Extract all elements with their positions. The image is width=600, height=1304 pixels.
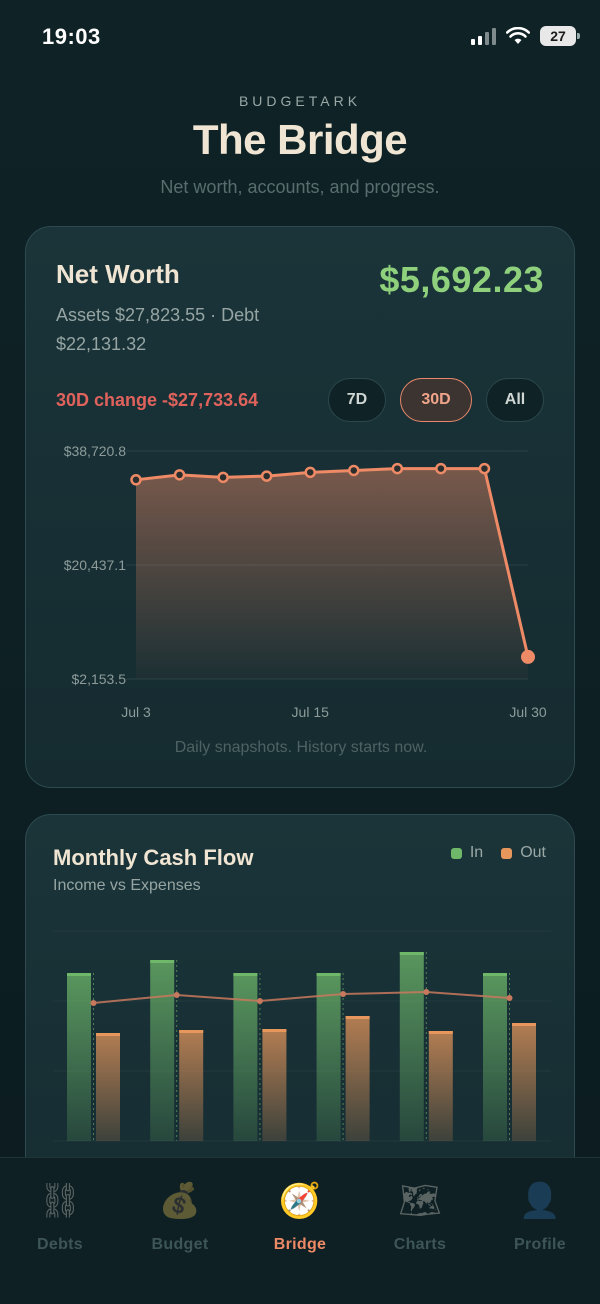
out-bar-cap [428, 1031, 453, 1034]
legend-out-swatch [501, 847, 513, 859]
assets-debt-summary: Assets $27,823.55 · Debt $22,131.32 [56, 305, 260, 354]
compass-icon: 🧭 [278, 1182, 322, 1220]
x-tick-label: Jul 3 [121, 704, 151, 720]
range-selector: 7D 30D All [328, 378, 544, 422]
y-tick-label: $38,720.8 [64, 443, 126, 459]
legend-in-swatch [450, 847, 462, 859]
data-point [478, 462, 491, 475]
trend-point [90, 1000, 97, 1006]
person-icon: 👤 [518, 1182, 562, 1220]
range-30d-button[interactable]: 30D [400, 378, 472, 422]
battery-icon: 27 [540, 26, 580, 46]
out-bar-cap [179, 1030, 204, 1033]
in-bar [233, 973, 258, 1141]
legend-out-label: Out [520, 844, 546, 861]
in-bar [316, 973, 341, 1141]
tab-budget[interactable]: 💰 Budget [120, 1180, 240, 1254]
cash-flow-chart [53, 930, 551, 1142]
trend-point [506, 995, 513, 1001]
chart-legend: In Out [450, 844, 546, 862]
data-point [173, 469, 186, 481]
out-bar-cap [512, 1023, 536, 1026]
range-7d-button[interactable]: 7D [328, 378, 386, 422]
in-bar [399, 952, 424, 1141]
data-point [304, 466, 316, 479]
net-worth-title: Net Worth [56, 259, 180, 289]
tab-bar: ⛓ Debts 💰 Budget 🧭 Bridge 🗺 Charts 👤 Pro… [0, 1157, 600, 1304]
change-summary: 30D change -$27,733.64 [56, 390, 259, 410]
data-point [391, 462, 404, 475]
out-bar [262, 1029, 287, 1141]
cellular-signal-icon [471, 27, 496, 45]
status-time: 19:03 [42, 24, 101, 49]
out-bar-cap [262, 1029, 287, 1032]
legend-out: Out [501, 844, 546, 862]
data-point [260, 470, 273, 482]
out-bar [179, 1030, 204, 1141]
tab-label: Bridge [273, 1236, 327, 1253]
out-bar-cap [96, 1033, 120, 1036]
tab-bridge[interactable]: 🧭 Bridge [240, 1180, 360, 1254]
out-bar [428, 1031, 453, 1141]
net-worth-chart: $38,720.8 $20,437.1 $2,153.5 Jul 3 Jul 15 Jul… [64, 443, 547, 720]
cash-flow-subtitle: Income vs Expenses [53, 877, 201, 894]
tab-debts[interactable]: ⛓ Debts [0, 1180, 120, 1254]
tab-label: Profile [514, 1236, 566, 1253]
data-point [348, 464, 360, 477]
map-icon: 🗺 [398, 1182, 442, 1220]
in-bar-cap [316, 973, 341, 976]
area-fill [136, 468, 528, 679]
tab-label: Debts [37, 1236, 83, 1253]
tab-label: Budget [151, 1236, 209, 1253]
out-bar-cap [345, 1016, 370, 1019]
x-tick-label: Jul 15 [292, 704, 330, 720]
out-bar [96, 1033, 120, 1141]
trend-point [423, 989, 430, 995]
trend-point [256, 998, 263, 1004]
out-bar [512, 1023, 536, 1141]
tab-charts[interactable]: 🗺 Charts [360, 1180, 480, 1254]
in-bar-cap [67, 973, 91, 976]
net-worth-value: $5,692.23 [379, 259, 544, 300]
x-tick-label: Jul 30 [509, 704, 547, 720]
data-point [435, 462, 447, 475]
data-point [130, 474, 142, 486]
out-bar [345, 1016, 370, 1141]
trend-point [173, 992, 180, 998]
legend-in-label: In [469, 844, 484, 861]
chart-caption: Daily snapshots. History starts now. [174, 739, 428, 756]
in-bar [150, 960, 175, 1141]
tab-profile[interactable]: 👤 Profile [480, 1180, 600, 1254]
wifi-icon [506, 27, 530, 44]
in-bar-cap [399, 952, 424, 955]
in-bar-cap [233, 973, 258, 976]
in-bar [67, 973, 91, 1141]
money-bag-icon: 💰 [158, 1182, 202, 1220]
in-bar-cap [150, 960, 175, 963]
trend-point [340, 991, 347, 997]
range-all-button[interactable]: All [486, 378, 544, 422]
status-bar: 19:03 27 [0, 0, 600, 70]
tab-label: Charts [393, 1236, 447, 1253]
data-point [521, 649, 535, 664]
chain-icon: ⛓ [38, 1182, 82, 1220]
y-tick-label: $20,437.1 [64, 557, 126, 573]
data-point [217, 471, 229, 484]
page-subtitle: Net worth, accounts, and progress. [160, 177, 440, 197]
net-worth-card: Net Worth $5,692.23 Assets $27,823.55 · … [25, 226, 575, 788]
in-bar-cap [483, 973, 507, 976]
y-tick-label: $2,153.5 [72, 671, 127, 687]
cash-flow-title: Monthly Cash Flow [53, 845, 254, 870]
legend-in: In [450, 844, 484, 862]
page-title: The Bridge [192, 116, 408, 163]
status-icons: 27 [471, 26, 580, 46]
brand-label: BUDGETARK [238, 93, 362, 109]
